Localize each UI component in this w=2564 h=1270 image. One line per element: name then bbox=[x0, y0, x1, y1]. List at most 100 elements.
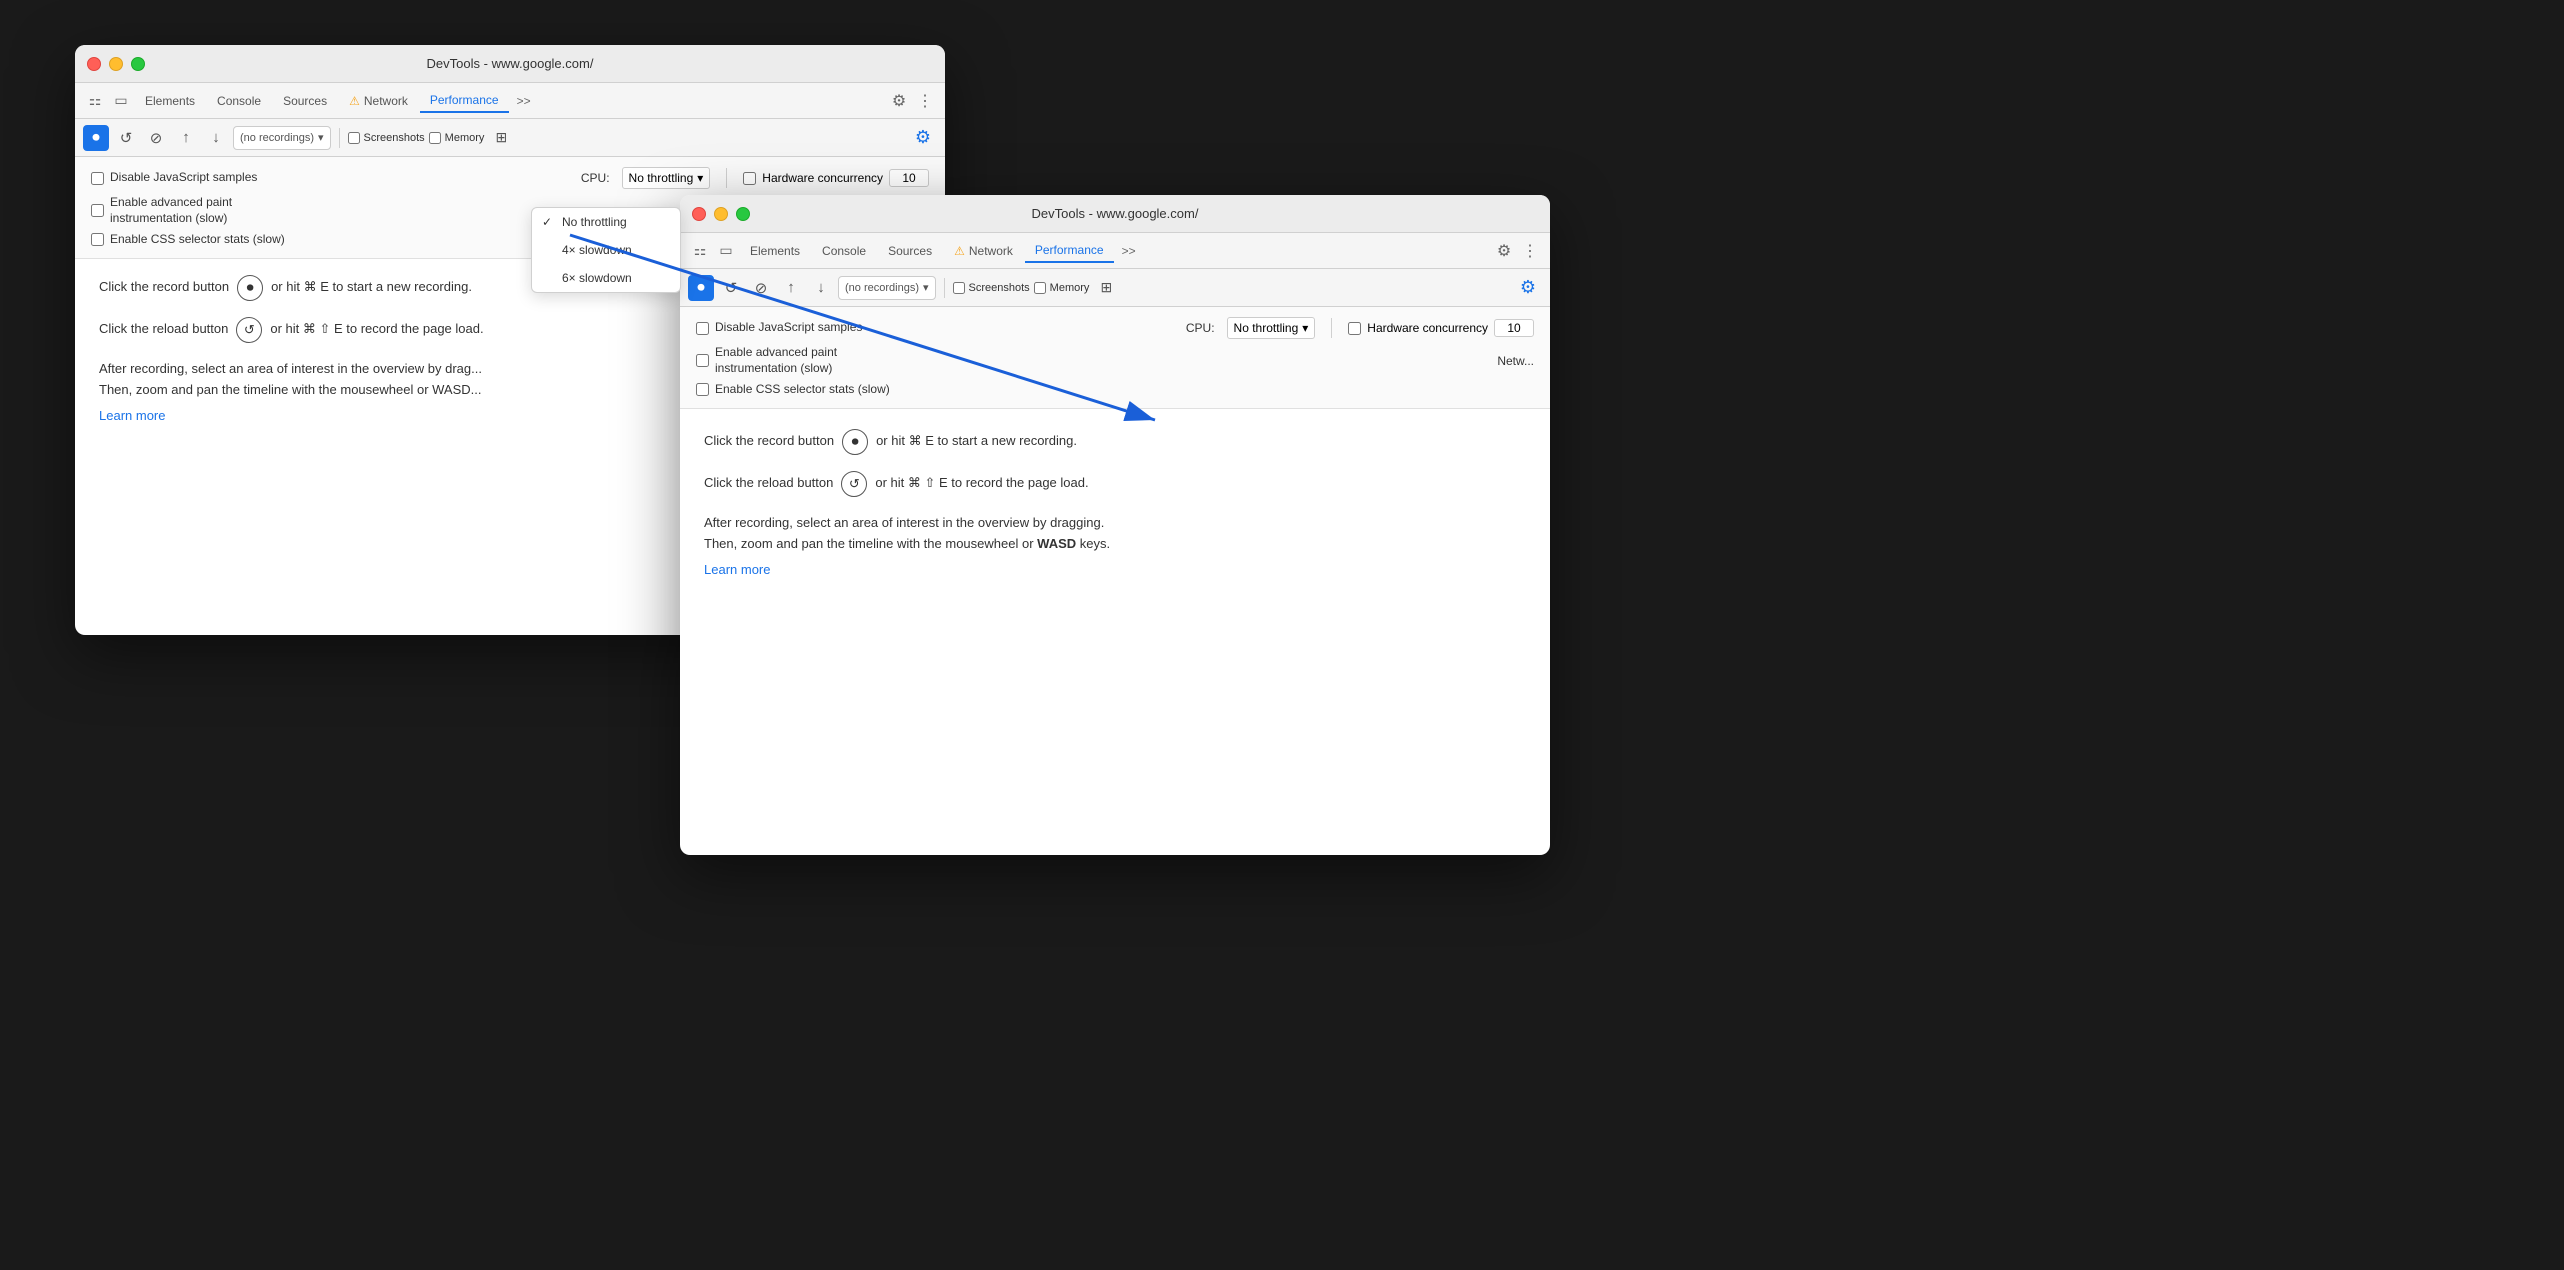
more-options-icon-front[interactable]: ⋮ bbox=[1518, 239, 1542, 263]
cpu-value-front: No throttling bbox=[1234, 321, 1299, 335]
tab-more-front[interactable]: >> bbox=[1116, 240, 1142, 262]
tab-console-back[interactable]: Console bbox=[207, 90, 271, 112]
hardware-checkbox-front[interactable] bbox=[1348, 322, 1361, 335]
inspector-icon[interactable]: ⚏ bbox=[83, 89, 107, 113]
cpu-option-no-throttling-back[interactable]: No throttling bbox=[532, 208, 680, 236]
screenshots-check-back[interactable]: Screenshots bbox=[348, 132, 425, 144]
disable-js-check-back[interactable]: Disable JavaScript samples bbox=[91, 170, 569, 186]
tab-network-front[interactable]: ⚠ Network bbox=[944, 240, 1023, 262]
settings-panel-front: Disable JavaScript samples CPU: No throt… bbox=[680, 307, 1550, 409]
css-selector-checkbox-front[interactable] bbox=[696, 383, 709, 396]
memory-check-back[interactable]: Memory bbox=[429, 132, 485, 144]
tab-sources-back[interactable]: Sources bbox=[273, 90, 337, 112]
reload-suffix-front: or hit ⌘ ⇧ E to record the page load. bbox=[875, 473, 1088, 494]
record-button-front[interactable]: ⏺ bbox=[688, 275, 714, 301]
clear-button-front[interactable]: ⊘ bbox=[748, 275, 774, 301]
screenshots-check-front[interactable]: Screenshots bbox=[953, 282, 1030, 294]
upload-button-front[interactable]: ↑ bbox=[778, 275, 804, 301]
advanced-paint-label-back: Enable advanced paintinstrumentation (sl… bbox=[110, 195, 232, 226]
upload-button-back[interactable]: ↑ bbox=[173, 125, 199, 151]
reload-record-button-front[interactable]: ↺ bbox=[718, 275, 744, 301]
disable-js-check-front[interactable]: Disable JavaScript samples bbox=[696, 320, 1174, 336]
tab-bar-back: ⚏ ▭ Elements Console Sources ⚠ Network P… bbox=[75, 83, 945, 119]
settings-row1-front: Disable JavaScript samples CPU: No throt… bbox=[696, 317, 1534, 339]
after-text-front: After recording, select an area of inter… bbox=[704, 513, 1526, 555]
memory-checkbox-front[interactable] bbox=[1034, 282, 1046, 294]
hardware-check-front[interactable]: Hardware concurrency bbox=[1348, 319, 1534, 337]
hardware-checkbox-back[interactable] bbox=[743, 172, 756, 185]
cpu-option-6x-label-back: 6× slowdown bbox=[562, 271, 632, 285]
advanced-paint-checkbox-back[interactable] bbox=[91, 204, 104, 217]
css-selector-checkbox-back[interactable] bbox=[91, 233, 104, 246]
record-suffix-front: or hit ⌘ E to start a new recording. bbox=[876, 431, 1077, 452]
close-button-front[interactable] bbox=[692, 207, 706, 221]
cpu-dropdown-trigger-back[interactable]: No throttling ▾ bbox=[622, 167, 711, 189]
settings-icon-back[interactable]: ⚙ bbox=[887, 89, 911, 113]
device-icon[interactable]: ▭ bbox=[109, 89, 133, 113]
close-button-back[interactable] bbox=[87, 57, 101, 71]
recordings-dropdown-back[interactable]: (no recordings) ▾ bbox=[233, 126, 331, 150]
tab-performance-back[interactable]: Performance bbox=[420, 89, 509, 113]
reload-record-button-back[interactable]: ↺ bbox=[113, 125, 139, 151]
tab-elements-back[interactable]: Elements bbox=[135, 90, 205, 112]
tab-more-back[interactable]: >> bbox=[511, 90, 537, 112]
record-row-front: Click the record button ⏺ or hit ⌘ E to … bbox=[704, 429, 1526, 455]
cpu-dropdown-trigger-front[interactable]: No throttling ▾ bbox=[1227, 317, 1316, 339]
screenshots-checkbox-back[interactable] bbox=[348, 132, 360, 144]
screenshots-label-front: Screenshots bbox=[969, 282, 1030, 294]
minimize-button-back[interactable] bbox=[109, 57, 123, 71]
tab-sources-front[interactable]: Sources bbox=[878, 240, 942, 262]
screenshots-checkbox-front[interactable] bbox=[953, 282, 965, 294]
after-text2-front: Then, zoom and pan the timeline with the… bbox=[704, 534, 1526, 555]
cpu-option-6x-back[interactable]: 6× slowdown bbox=[532, 264, 680, 292]
devtools-window-front: DevTools - www.google.com/ ⚏ ▭ Elements … bbox=[680, 195, 1550, 855]
hardware-input-back[interactable] bbox=[889, 169, 929, 187]
minimize-button-front[interactable] bbox=[714, 207, 728, 221]
advanced-paint-check-front[interactable]: Enable advanced paintinstrumentation (sl… bbox=[696, 345, 1477, 376]
record-suffix-back: or hit ⌘ E to start a new recording. bbox=[271, 277, 472, 298]
window-title-front: DevTools - www.google.com/ bbox=[1032, 206, 1199, 221]
css-selector-check-front[interactable]: Enable CSS selector stats (slow) bbox=[696, 382, 1534, 398]
settings-row2-front: Enable advanced paintinstrumentation (sl… bbox=[696, 345, 1534, 376]
cpu-option-4x-back[interactable]: 4× slowdown bbox=[532, 236, 680, 264]
clear-button-back[interactable]: ⊘ bbox=[143, 125, 169, 151]
settings-icon-front[interactable]: ⚙ bbox=[1492, 239, 1516, 263]
flamechart-icon-front: ⊞ bbox=[1093, 275, 1119, 301]
disable-js-checkbox-back[interactable] bbox=[91, 172, 104, 185]
record-button-back[interactable]: ⏺ bbox=[83, 125, 109, 151]
toolbar-sep1-front bbox=[944, 278, 945, 298]
network-label-front: Netw... bbox=[1497, 354, 1534, 368]
learn-more-front[interactable]: Learn more bbox=[704, 562, 1526, 577]
maximize-button-front[interactable] bbox=[736, 207, 750, 221]
tab-elements-front[interactable]: Elements bbox=[740, 240, 810, 262]
memory-check-front[interactable]: Memory bbox=[1034, 282, 1090, 294]
after-text1-front: After recording, select an area of inter… bbox=[704, 513, 1526, 534]
advanced-paint-checkbox-front[interactable] bbox=[696, 354, 709, 367]
hardware-check-back[interactable]: Hardware concurrency bbox=[743, 169, 929, 187]
advanced-paint-label-front: Enable advanced paintinstrumentation (sl… bbox=[715, 345, 837, 376]
tab-bar-front: ⚏ ▭ Elements Console Sources ⚠ Network P… bbox=[680, 233, 1550, 269]
inspector-icon-front[interactable]: ⚏ bbox=[688, 239, 712, 263]
memory-label-front: Memory bbox=[1050, 282, 1090, 294]
maximize-button-back[interactable] bbox=[131, 57, 145, 71]
warning-icon-back: ⚠ bbox=[349, 94, 360, 108]
window-title-back: DevTools - www.google.com/ bbox=[427, 56, 594, 71]
css-selector-label-back: Enable CSS selector stats (slow) bbox=[110, 232, 285, 248]
tab-network-back[interactable]: ⚠ Network bbox=[339, 90, 418, 112]
hardware-input-front[interactable] bbox=[1494, 319, 1534, 337]
recordings-dropdown-front[interactable]: (no recordings) ▾ bbox=[838, 276, 936, 300]
memory-checkbox-back[interactable] bbox=[429, 132, 441, 144]
tab-console-front[interactable]: Console bbox=[812, 240, 876, 262]
performance-settings-icon-front[interactable]: ⚙ bbox=[1514, 274, 1542, 302]
download-button-back[interactable]: ↓ bbox=[203, 125, 229, 151]
disable-js-checkbox-front[interactable] bbox=[696, 322, 709, 335]
traffic-lights-back bbox=[87, 57, 145, 71]
cpu-label-front: CPU: bbox=[1186, 321, 1215, 335]
reload-suffix-back: or hit ⌘ ⇧ E to record the page load. bbox=[270, 319, 483, 340]
download-button-front[interactable]: ↓ bbox=[808, 275, 834, 301]
device-icon-front[interactable]: ▭ bbox=[714, 239, 738, 263]
more-options-icon-back[interactable]: ⋮ bbox=[913, 89, 937, 113]
title-bar-back: DevTools - www.google.com/ bbox=[75, 45, 945, 83]
performance-settings-icon-back[interactable]: ⚙ bbox=[909, 124, 937, 152]
tab-performance-front[interactable]: Performance bbox=[1025, 239, 1114, 263]
